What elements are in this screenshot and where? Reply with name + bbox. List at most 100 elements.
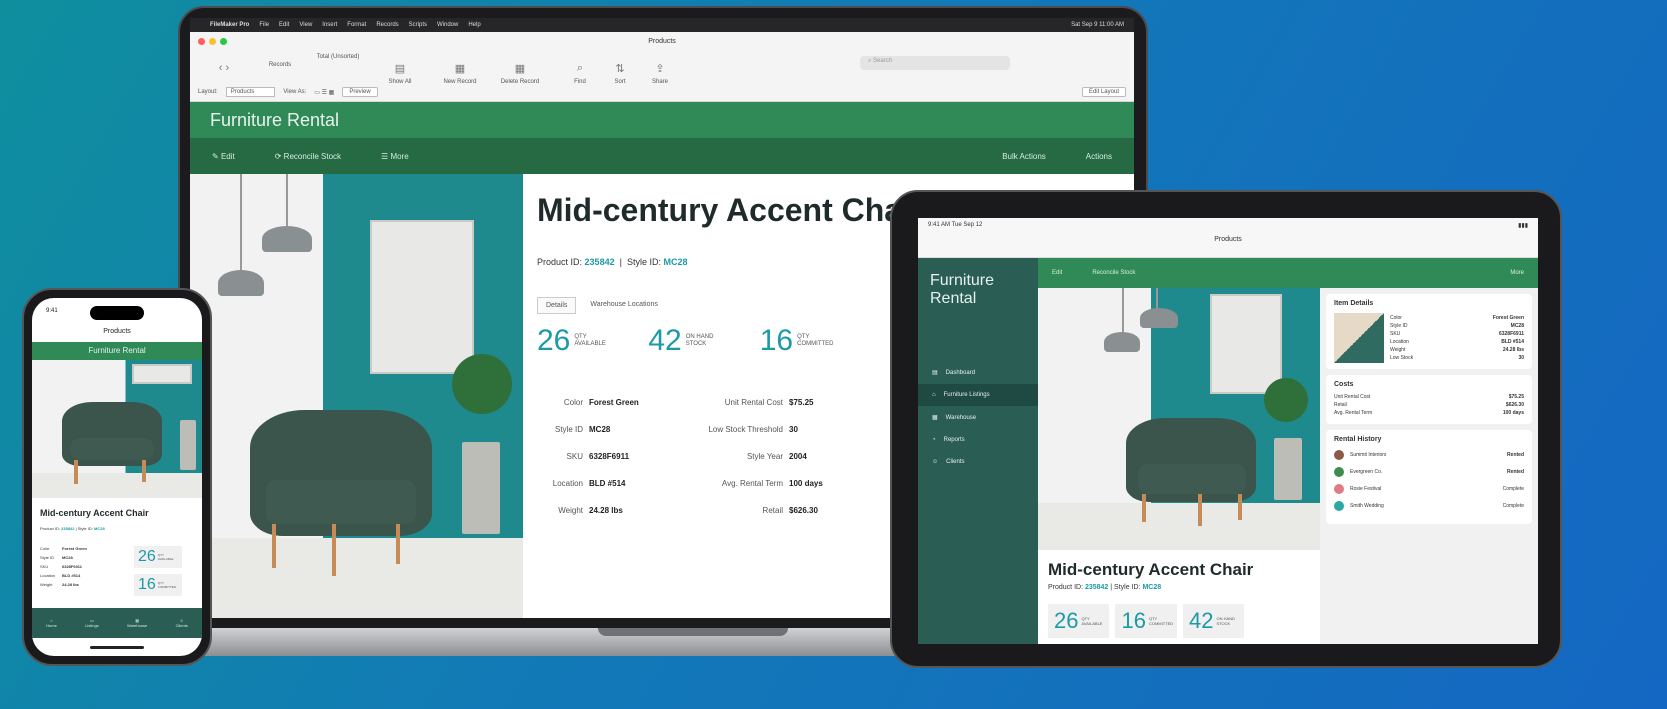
preview-button[interactable]: Preview [342, 87, 378, 97]
layout-select[interactable]: Products [225, 87, 276, 97]
rental-history-card: Rental History Summit Interiors Rented Ev… [1326, 430, 1532, 524]
ipad-stats: 26 QTY AVAILABLE 16 QTY COMMITTED 42 ON HAN… [1048, 604, 1245, 638]
iphone-product-photo [32, 360, 202, 498]
product-detail-panel: Mid-century Accent Chair Product ID: 235… [523, 174, 923, 618]
reconcile-stock-button[interactable]: ⟳ Reconcile Stock [275, 152, 341, 161]
list-item[interactable]: Smith Wedding Complete [1334, 501, 1524, 511]
actions-button[interactable]: Actions [1086, 152, 1112, 161]
share-button[interactable]: ⇪ Share [630, 62, 690, 85]
menubar-clock: Sat Sep 9 11:00 AM [1071, 22, 1124, 28]
tab-details[interactable]: Details [537, 297, 577, 314]
layout-bar: Layout: Products View As: ▭ ☰ ▦ Preview … [198, 87, 1126, 97]
pencil-icon: ✎ [212, 151, 221, 161]
search-input[interactable]: ⌕ Search [860, 56, 1010, 70]
product-id-value[interactable]: 235842 [585, 257, 615, 267]
sidebar-item-reports[interactable]: ◔ Reports [918, 429, 1038, 451]
iphone-time: 9:41 [46, 308, 58, 314]
product-title: Mid-century Accent Chair [537, 192, 924, 228]
view-form-icon[interactable]: ▭ ☰ ▦ [314, 89, 334, 96]
tab-listings[interactable]: ▭ Listings [85, 618, 99, 628]
delete-record-button[interactable]: ▦ Delete Record [490, 62, 550, 85]
dynamic-island [90, 306, 144, 320]
menu-insert[interactable]: Insert [322, 22, 337, 28]
menu-view[interactable]: View [299, 22, 312, 28]
ipad-stat-on-hand: 42 ON HAND STOCK [1182, 604, 1245, 638]
costs-card: Costs Unit Rental Cost $75.25 Retail $626.… [1326, 375, 1532, 424]
menu-window[interactable]: Window [437, 22, 458, 28]
iphone-product-ids: Product ID: 235842 | Style ID: MC28 [40, 526, 105, 531]
ipad-screen: 9:41 AM Tue Sep 12 ▮▮▮ Products Furnitur… [918, 218, 1538, 644]
list-item[interactable]: Summit Interiors Rented [1334, 450, 1524, 460]
sidebar-item-clients[interactable]: ☺ Clients [918, 451, 1038, 473]
ipad-sidebar: Furniture Rental ▤ Dashboard ⌂ Furniture L… [918, 258, 1038, 644]
ipad-status-time: 9:41 AM Tue Sep 12 [928, 222, 983, 228]
stat-on-hand: 42 ON HAND STOCK [648, 324, 714, 357]
show-all-button[interactable]: ▤ Show All [370, 62, 430, 85]
menu-app[interactable]: FileMaker Pro [210, 22, 249, 28]
stat-qty-committed: 16 QTY COMMITTED [759, 324, 834, 357]
bulk-actions-button[interactable]: Bulk Actions [1002, 152, 1046, 161]
sidebar-item-dashboard[interactable]: ▤ Dashboard [918, 361, 1038, 384]
menu-format[interactable]: Format [347, 22, 366, 28]
ipad-main: Mid-century Accent Chair Product ID: 235… [1038, 288, 1320, 644]
stock-stats: 26 QTY AVAILABLE 42 ON HAND STOCK 16 QTY CO… [537, 324, 909, 358]
ipad-product-photo [1038, 288, 1320, 550]
iphone-details: Color Forest Green Style ID MC28 SKU 6328F6… [40, 546, 87, 587]
menu-edit[interactable]: Edit [279, 22, 289, 28]
show-all-icon: ▤ [394, 63, 406, 75]
ipad-nav: ▤ Dashboard ⌂ Furniture Listings ▦ Warehous… [918, 361, 1038, 473]
iphone-nav-title[interactable]: Products [32, 328, 202, 335]
chair-icon: ⌂ [932, 392, 936, 399]
layout-label: Layout: [198, 89, 218, 95]
window-title: Products [648, 38, 676, 45]
tab-warehouse-locations[interactable]: Warehouse Locations [590, 297, 657, 314]
menu-help[interactable]: Help [468, 22, 480, 28]
ipad-product-title: Mid-century Accent Chair [1048, 560, 1254, 579]
ipad-right-panel: Item Details Color Forest Green Style ID M… [1320, 288, 1538, 644]
list-item[interactable]: Evergreen Co. Rented [1334, 467, 1524, 477]
ipad-brand: Furniture Rental [930, 272, 995, 307]
laptop-lid-notch [598, 628, 788, 636]
tab-clients[interactable]: ☺ Clients [176, 618, 188, 628]
share-icon: ⇪ [655, 63, 665, 75]
chevron-left-right-icon: ‹ › [218, 62, 230, 74]
fm-toolbar: Products ‹ › Records Total (Unsorted) ▤ S… [190, 32, 1134, 102]
dashboard-icon: ▤ [932, 370, 938, 377]
ipad-nav-title[interactable]: Products [918, 236, 1538, 243]
battery-icon: ▮▮▮ [1518, 223, 1528, 229]
action-bar: ✎ Edit ⟳ Reconcile Stock ☰ More Bulk Act… [190, 138, 1134, 174]
sidebar-item-furniture-listings[interactable]: ⌂ Furniture Listings [918, 384, 1038, 407]
ipad-edit-button[interactable]: Edit [1052, 270, 1062, 276]
menu-records[interactable]: Records [376, 22, 398, 28]
total-label: Total (Unsorted) [316, 54, 360, 60]
iphone-stat-available: 26 QTY AVAILABLE [134, 546, 182, 568]
view-as-label: View As: [283, 89, 307, 95]
refresh-icon: ⟳ [274, 151, 284, 161]
ipad-device: 9:41 AM Tue Sep 12 ▮▮▮ Products Furnitur… [890, 190, 1562, 668]
iphone-brand: Furniture Rental [32, 342, 202, 360]
record-nav[interactable]: ‹ › [194, 62, 254, 78]
person-icon: ☺ [932, 459, 939, 466]
more-button[interactable]: ☰ More [381, 152, 409, 161]
ipad-action-bar: Edit Reconcile Stock More [1038, 258, 1538, 288]
tab-warehouse[interactable]: ▦ Warehouse [127, 618, 147, 628]
sidebar-item-warehouse[interactable]: ▦ Warehouse [918, 406, 1038, 429]
edit-layout-button[interactable]: Edit Layout [1081, 87, 1126, 97]
menu-scripts[interactable]: Scripts [409, 22, 427, 28]
edit-button[interactable]: ✎ Edit [212, 152, 235, 161]
iphone-device: 9:41 Products Furniture Rental Mid-centu… [22, 288, 212, 666]
iphone-screen: 9:41 Products Furniture Rental Mid-centu… [32, 298, 202, 656]
item-details-card: Item Details Color Forest Green Style ID M… [1326, 294, 1532, 369]
mac-menubar: FileMaker Pro File Edit View Insert Form… [190, 18, 1134, 32]
ipad-reconcile-button[interactable]: Reconcile Stock [1092, 270, 1135, 276]
tab-home[interactable]: ⌂ Home [46, 618, 57, 628]
style-id-value[interactable]: MC28 [663, 257, 687, 267]
menu-file[interactable]: File [259, 22, 269, 28]
ipad-nav-bar: 9:41 AM Tue Sep 12 ▮▮▮ Products [918, 218, 1538, 258]
ipad-more-button[interactable]: More [1510, 270, 1524, 276]
iphone-tab-bar: ⌂ Home ▭ Listings ▦ Warehouse ☺ Clients [32, 608, 202, 638]
item-thumbnail [1334, 313, 1384, 363]
list-item[interactable]: Rosie Festival Complete [1334, 484, 1524, 494]
new-record-button[interactable]: ▦ New Record [430, 62, 490, 85]
new-record-icon: ▦ [454, 63, 466, 75]
